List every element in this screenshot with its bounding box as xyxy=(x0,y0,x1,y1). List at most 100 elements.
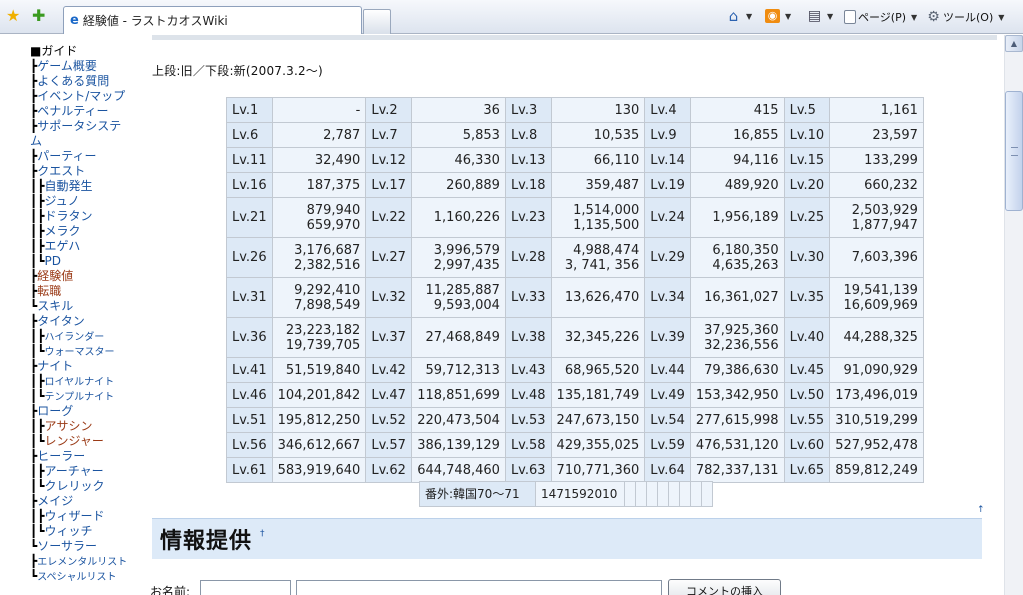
level-cell: Lv.12 xyxy=(365,147,412,173)
sidebar-item[interactable]: ┃┗クレリック xyxy=(30,479,142,494)
sidebar-item-label: イベント/マップ xyxy=(37,89,126,103)
sidebar-item[interactable]: ┣転職 xyxy=(30,284,142,299)
home-icon: ⌂ xyxy=(728,7,739,25)
xp-value-cell: 16,855 xyxy=(689,122,785,148)
xp-value-cell: 195,812,250 xyxy=(271,407,367,433)
xp-value-cell: 386,139,129 xyxy=(410,432,506,458)
tree-branch: ┃┗ xyxy=(30,434,45,448)
xp-old-value: 3,176,687 xyxy=(294,242,361,258)
level-cell: Lv.65 xyxy=(783,457,831,483)
browser-tab[interactable]: e 経験値 - ラストカオスWiki xyxy=(63,6,362,34)
sidebar-item[interactable]: ┣ヒーラー xyxy=(30,449,142,464)
sidebar-item[interactable]: ┃┣メラク xyxy=(30,224,142,239)
back-to-top-link[interactable]: ↑ xyxy=(977,505,985,515)
empty-cell xyxy=(701,481,713,507)
sidebar-item[interactable]: ム xyxy=(30,134,142,149)
favorites-star-icon[interactable]: ★ xyxy=(6,8,20,24)
level-cell: Lv.17 xyxy=(365,172,412,198)
sidebar-item[interactable]: ┣よくある質問 xyxy=(30,74,142,89)
xp-value-cell: 710,771,360 xyxy=(550,457,646,483)
sidebar-item[interactable]: ┗スペシャルリスト xyxy=(30,569,142,584)
sidebar-item[interactable]: ┃┗レンジャー xyxy=(30,434,142,449)
sidebar-item-label: メイジ xyxy=(37,494,74,508)
level-cell: Lv.5 xyxy=(783,97,831,123)
vertical-scrollbar[interactable]: ▲ xyxy=(1004,35,1023,595)
sidebar-item[interactable]: ┣クエスト xyxy=(30,164,142,179)
level-cell: Lv.32 xyxy=(365,277,412,318)
tools-menu-button[interactable]: ⚙ ツール(O) ▼ xyxy=(926,9,1004,25)
xp-new-value: 7,898,549 xyxy=(294,297,361,313)
level-cell: Lv.44 xyxy=(644,357,691,383)
name-input[interactable] xyxy=(200,580,291,595)
sidebar-item[interactable]: ┣メイジ xyxy=(30,494,142,509)
sidebar-item[interactable]: ┃┣ロイヤルナイト xyxy=(30,374,142,389)
add-favorite-icon[interactable]: ✚ xyxy=(32,8,45,24)
xp-old-value: 2,503,929 xyxy=(851,202,918,218)
sidebar-item[interactable]: ┗スキル xyxy=(30,299,142,314)
scroll-up-button[interactable]: ▲ xyxy=(1005,35,1023,52)
sidebar-item-label: タイタン xyxy=(37,314,85,328)
page-menu-button[interactable]: ページ(P) ▼ xyxy=(844,9,917,25)
level-cell: Lv.35 xyxy=(783,277,831,318)
new-tab-button[interactable] xyxy=(363,9,391,34)
gear-icon: ⚙ xyxy=(927,9,940,25)
sidebar-item[interactable]: ┣ゲーム概要 xyxy=(30,59,142,74)
section-anchor-link[interactable]: † xyxy=(260,529,265,539)
sidebar-item[interactable]: ┣エレメンタルリスト xyxy=(30,554,142,569)
xp-new-value: 3, 741, 356 xyxy=(564,257,640,273)
sidebar-item[interactable]: ┃┗ウォーマスター xyxy=(30,344,142,359)
sidebar-item[interactable]: ┣タイタン xyxy=(30,314,142,329)
sidebar-item-label: ペナルティー xyxy=(37,104,109,118)
xp-value-cell: 44,288,325 xyxy=(829,317,924,358)
insert-comment-button[interactable]: コメントの挿入 xyxy=(668,579,781,595)
level-cell: Lv.46 xyxy=(226,382,273,408)
sidebar-item[interactable]: ┃┗ウィッチ xyxy=(30,524,142,539)
level-cell: Lv.59 xyxy=(644,432,691,458)
sidebar-item-label: 経験値 xyxy=(37,269,74,283)
level-cell: Lv.25 xyxy=(783,197,831,238)
sidebar-item[interactable]: ┃┣ドラタン xyxy=(30,209,142,224)
xp-value-cell: 9,292,410 7,898,549 xyxy=(271,277,367,318)
home-button[interactable]: ⌂ ▼ xyxy=(726,7,752,25)
chevron-down-icon[interactable]: ▼ xyxy=(827,12,833,21)
print-button[interactable]: ▤ ▼ xyxy=(807,9,833,23)
sidebar-item[interactable]: ┃┣自動発生 xyxy=(30,179,142,194)
sidebar-item[interactable]: ┗ソーサラー xyxy=(30,539,142,554)
sidebar-item[interactable]: ┣ナイト xyxy=(30,359,142,374)
sidebar-item[interactable]: ┣サポータシステ xyxy=(30,119,142,134)
comment-input[interactable] xyxy=(296,580,662,595)
xp-value-cell: 13,626,470 xyxy=(550,277,646,318)
sidebar-item[interactable]: ┃┗PD xyxy=(30,254,142,269)
page-menu-label: ページ(P) xyxy=(858,11,906,24)
page-icon xyxy=(844,10,856,24)
xp-new-value: 1,877,947 xyxy=(851,217,918,233)
sidebar-item[interactable]: ┃┗テンプルナイト xyxy=(30,389,142,404)
sidebar-item[interactable]: ┃┣エゲハ xyxy=(30,239,142,254)
tab-title: 経験値 - ラストカオスWiki xyxy=(82,14,228,28)
level-cell: Lv.54 xyxy=(644,407,691,433)
level-cell: Lv.53 xyxy=(504,407,552,433)
level-cell: Lv.26 xyxy=(226,237,273,278)
xp-value-cell: 660,232 xyxy=(829,172,924,198)
sidebar-item[interactable]: ┣ローグ xyxy=(30,404,142,419)
table-row: Lv.1- Lv.2 36 Lv.3 130 Lv.4 415 Lv.5 1,161 xyxy=(226,97,924,123)
chevron-down-icon[interactable]: ▼ xyxy=(746,12,752,21)
feeds-button[interactable]: ◉ ▼ xyxy=(765,9,791,23)
xp-value-cell: 4,988,474 3, 741, 356 xyxy=(550,237,646,278)
level-cell: Lv.52 xyxy=(365,407,412,433)
sidebar-item[interactable]: ┃┣アサシン xyxy=(30,419,142,434)
name-label: お名前: xyxy=(150,585,191,595)
sidebar-item[interactable]: ┃┣アーチャー xyxy=(30,464,142,479)
table-row: Lv.46 104,201,842 Lv.47 118,851,699 Lv.48 135… xyxy=(226,382,924,408)
chevron-down-icon[interactable]: ▼ xyxy=(785,12,791,21)
sidebar-item[interactable]: ┃┣ウィザード xyxy=(30,509,142,524)
sidebar-item[interactable]: ┣パーティー xyxy=(30,149,142,164)
xp-value-cell: 782,337,131 xyxy=(689,457,785,483)
xp-value-cell: 173,496,019 xyxy=(829,382,924,408)
sidebar-item[interactable]: ┣経験値 xyxy=(30,269,142,284)
scrollbar-thumb[interactable] xyxy=(1005,91,1023,211)
sidebar-item[interactable]: ┃┣ジュノ xyxy=(30,194,142,209)
sidebar-item[interactable]: ┃┣ハイランダー xyxy=(30,329,142,344)
sidebar-item[interactable]: ┣イベント/マップ xyxy=(30,89,142,104)
sidebar-item[interactable]: ┣ペナルティー xyxy=(30,104,142,119)
